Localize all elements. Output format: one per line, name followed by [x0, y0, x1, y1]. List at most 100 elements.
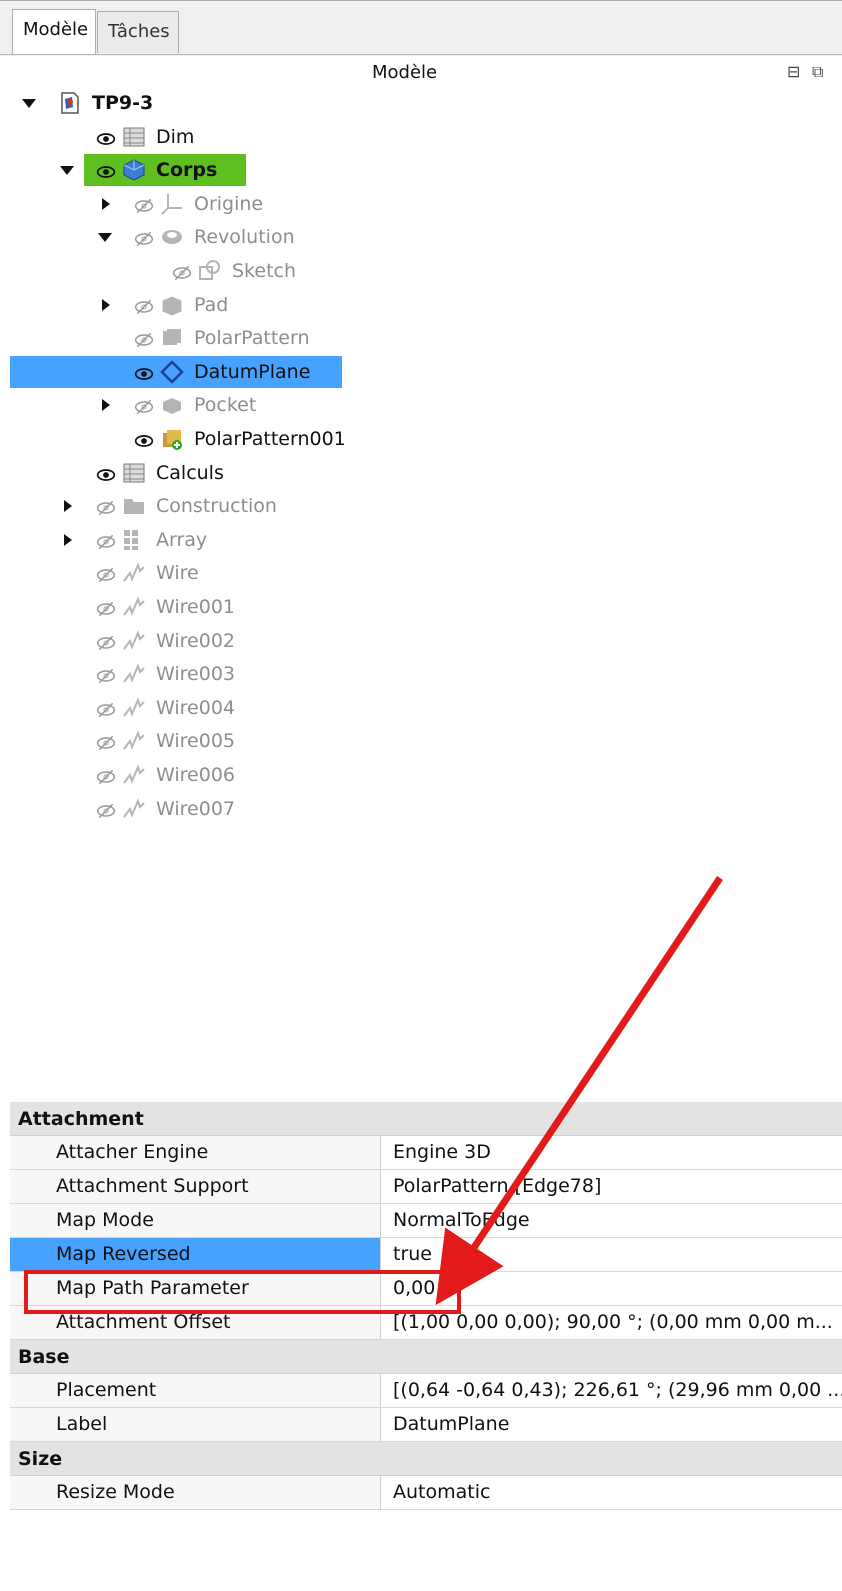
eye-hidden-icon[interactable]: [96, 563, 116, 583]
tree-item[interactable]: Pad: [0, 289, 842, 321]
collapsed-arrow-icon[interactable]: [64, 533, 72, 546]
property-group-header[interactable]: Size: [10, 1442, 842, 1476]
collapsed-arrow-icon[interactable]: [64, 500, 72, 513]
property-value[interactable]: PolarPattern [Edge78]: [381, 1170, 842, 1203]
property-value[interactable]: [(0,64 -0,64 0,43); 226,61 °; (29,96 mm …: [381, 1374, 842, 1407]
eye-hidden-icon[interactable]: [96, 597, 116, 617]
tree-item[interactable]: Wire002: [0, 625, 842, 657]
eye-hidden-icon[interactable]: [134, 227, 154, 247]
tree-item[interactable]: Construction: [0, 490, 842, 522]
expanded-arrow-icon[interactable]: [22, 99, 36, 108]
property-row[interactable]: Map Mode NormalToEdge: [10, 1204, 842, 1238]
property-group-header[interactable]: Base: [10, 1340, 842, 1374]
tree-item[interactable]: PolarPattern: [0, 322, 842, 354]
collapsed-arrow-icon[interactable]: [102, 298, 110, 311]
eye-icon[interactable]: [134, 362, 154, 382]
annotation-highlight-box: [24, 1270, 461, 1314]
wire-icon: [122, 729, 146, 753]
origin-axis-icon: [160, 192, 184, 216]
expanded-arrow-icon[interactable]: [98, 233, 112, 243]
eye-hidden-icon[interactable]: [134, 395, 154, 415]
eye-hidden-icon[interactable]: [96, 530, 116, 550]
eye-hidden-icon[interactable]: [96, 698, 116, 718]
polar-pattern-tip-icon: [160, 427, 184, 451]
eye-hidden-icon[interactable]: [96, 731, 116, 751]
tab-model[interactable]: Modèle: [12, 9, 96, 55]
tree-item[interactable]: Revolution: [0, 221, 842, 253]
wire-icon: [122, 797, 146, 821]
eye-hidden-icon[interactable]: [134, 194, 154, 214]
property-name: Map Reversed: [10, 1238, 381, 1271]
tree-item[interactable]: Wire006: [0, 759, 842, 791]
spreadsheet-icon: [122, 125, 146, 149]
tree-item-label: PolarPattern001: [194, 428, 346, 450]
tree-item-label: Origine: [194, 192, 264, 215]
tree-item[interactable]: Array: [0, 524, 842, 556]
tree-item[interactable]: Wire003: [0, 658, 842, 690]
eye-icon[interactable]: [96, 160, 116, 180]
float-window-icon[interactable]: ⧉: [812, 62, 823, 82]
tree-item[interactable]: Corps: [0, 154, 842, 186]
tree-item[interactable]: Wire004: [0, 692, 842, 724]
tree-item-label: Calculs: [156, 461, 224, 484]
property-group-header[interactable]: Attachment: [10, 1102, 842, 1136]
tree-item-label: Pocket: [194, 394, 257, 417]
collapsed-arrow-icon[interactable]: [102, 399, 110, 412]
collapsed-arrow-icon[interactable]: [102, 197, 110, 210]
tree-item[interactable]: Wire007: [0, 793, 842, 825]
property-row[interactable]: Attacher Engine Engine 3D: [10, 1136, 842, 1170]
tree-item-label: DatumPlane: [194, 360, 311, 383]
tree-item[interactable]: Dim: [0, 121, 842, 153]
eye-icon[interactable]: [96, 127, 116, 147]
property-value[interactable]: Automatic: [381, 1476, 842, 1509]
eye-hidden-icon[interactable]: [96, 631, 116, 651]
tree-item[interactable]: Pocket: [0, 389, 842, 421]
tree-item-label: Wire006: [156, 764, 235, 786]
tree-item[interactable]: Wire: [0, 557, 842, 589]
eye-hidden-icon[interactable]: [134, 295, 154, 315]
eye-hidden-icon[interactable]: [96, 496, 116, 516]
wire-icon: [122, 662, 146, 686]
property-value[interactable]: Engine 3D: [381, 1136, 842, 1169]
property-value[interactable]: true: [381, 1238, 842, 1271]
wire-icon: [122, 763, 146, 787]
tree-item-label: TP9-3: [92, 92, 154, 114]
property-value[interactable]: NormalToEdge: [381, 1204, 842, 1237]
datum-plane-icon: [160, 360, 184, 384]
eye-hidden-icon[interactable]: [96, 765, 116, 785]
array-icon: [122, 528, 146, 552]
tab-tasks[interactable]: Tâches: [97, 11, 179, 53]
tree-item[interactable]: Wire001: [0, 591, 842, 623]
eye-hidden-icon[interactable]: [96, 664, 116, 684]
tree-item[interactable]: DatumPlane: [0, 356, 842, 388]
tree-item[interactable]: TP9-3: [0, 87, 842, 119]
eye-hidden-icon[interactable]: [172, 261, 192, 281]
tree-item[interactable]: Origine: [0, 188, 842, 220]
property-row[interactable]: Resize Mode Automatic: [10, 1476, 842, 1510]
property-value[interactable]: DatumPlane: [381, 1408, 842, 1441]
wire-icon: [122, 629, 146, 653]
eye-icon[interactable]: [134, 429, 154, 449]
body-icon: [122, 158, 146, 182]
tree-item[interactable]: Wire005: [0, 725, 842, 757]
tree-item[interactable]: PolarPattern001: [0, 423, 842, 455]
eye-hidden-icon[interactable]: [96, 799, 116, 819]
tree-item-label: Revolution: [194, 226, 295, 249]
wire-icon: [122, 595, 146, 619]
eye-icon[interactable]: [96, 463, 116, 483]
sketch-icon: [198, 259, 222, 283]
tree-header: Modèle ⊟ ⧉: [0, 56, 842, 90]
collapse-icon[interactable]: ⊟: [787, 62, 800, 81]
revolution-icon: [160, 225, 184, 249]
property-name: Placement: [10, 1374, 381, 1407]
tree-item[interactable]: Calculs: [0, 457, 842, 489]
property-row[interactable]: Attachment Support PolarPattern [Edge78]: [10, 1170, 842, 1204]
eye-hidden-icon[interactable]: [134, 328, 154, 348]
property-name: Label: [10, 1408, 381, 1441]
property-row[interactable]: Label DatumPlane: [10, 1408, 842, 1442]
tree-item[interactable]: Sketch: [0, 255, 842, 287]
expanded-arrow-icon[interactable]: [60, 166, 74, 176]
property-row[interactable]: Placement [(0,64 -0,64 0,43); 226,61 °; (…: [10, 1374, 842, 1408]
tree-item-label: Wire002: [156, 629, 235, 652]
property-row[interactable]: Map Reversed true: [10, 1238, 842, 1272]
